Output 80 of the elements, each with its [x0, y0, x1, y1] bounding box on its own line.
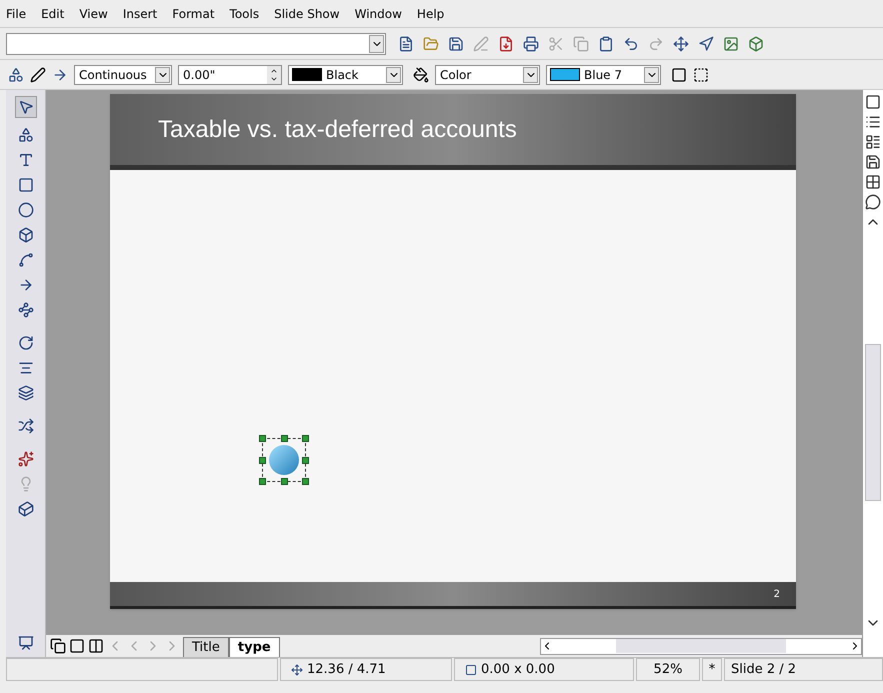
list-icon[interactable]	[865, 114, 881, 130]
resize-handle[interactable]	[302, 457, 309, 464]
color-swatch	[292, 68, 322, 81]
slide-title: Taxable vs. tax-deferred accounts	[158, 114, 517, 144]
grid-icon[interactable]	[865, 174, 881, 190]
line-width-spinner[interactable]: 0.00"	[178, 64, 282, 84]
menu-item[interactable]: Window	[354, 4, 402, 22]
text-icon[interactable]	[18, 152, 34, 168]
position-icon	[291, 664, 303, 676]
curve-icon[interactable]	[18, 252, 34, 268]
outline-icon[interactable]	[865, 134, 881, 150]
slide-tab[interactable]: Title	[183, 637, 229, 657]
export-pdf-icon[interactable]	[498, 36, 514, 52]
scroll-thumb[interactable]	[616, 639, 786, 653]
ellipse-icon[interactable]	[18, 202, 34, 218]
line-color-dropdown[interactable]: Black	[288, 64, 403, 84]
resize-handle[interactable]	[302, 435, 309, 442]
cube-icon[interactable]	[18, 227, 34, 243]
comment-icon[interactable]	[865, 194, 881, 210]
pointer-icon	[18, 99, 34, 115]
menu-item[interactable]: Insert	[122, 4, 158, 22]
menu-item[interactable]: Tools	[230, 4, 260, 22]
resize-handle[interactable]	[259, 457, 266, 464]
selected-object[interactable]	[262, 438, 306, 482]
view-icon[interactable]	[69, 638, 85, 654]
resize-handle[interactable]	[281, 478, 288, 485]
scroll-thumb[interactable]	[865, 344, 881, 501]
resize-handle[interactable]	[281, 435, 288, 442]
position-value: 12.36 / 4.71	[307, 660, 386, 679]
paint-bucket-icon[interactable]	[413, 66, 429, 82]
view-icon[interactable]	[50, 638, 66, 654]
presentation-icon[interactable]	[18, 635, 34, 651]
navigator-icon[interactable]	[698, 36, 714, 52]
select-tool[interactable]	[14, 96, 36, 118]
combo-value: Black	[325, 66, 360, 84]
rectangle-icon[interactable]	[18, 177, 34, 193]
document-icon[interactable]	[398, 36, 414, 52]
rotate-icon[interactable]	[18, 335, 34, 351]
resize-handle[interactable]	[259, 435, 266, 442]
shape-icon[interactable]	[18, 127, 34, 143]
menu-item[interactable]: Format	[172, 4, 215, 22]
horizontal-scrollbar[interactable]	[540, 638, 862, 654]
resize-handle[interactable]	[302, 478, 309, 485]
slide-indicator: Slide 2 / 2	[724, 658, 883, 681]
globe-icon	[269, 445, 299, 475]
area-color-dropdown[interactable]: Blue 7	[546, 64, 661, 84]
gallery-icon[interactable]	[723, 36, 739, 52]
connector-icon[interactable]	[18, 302, 34, 318]
align-icon[interactable]	[18, 360, 34, 376]
menu-item[interactable]: View	[79, 4, 108, 22]
pen-icon[interactable]	[30, 66, 46, 82]
save-icon[interactable]	[448, 36, 464, 52]
color-swatch	[550, 68, 580, 81]
paste-icon[interactable]	[598, 36, 614, 52]
view-icon[interactable]	[88, 638, 104, 654]
combo-value: Color	[439, 66, 472, 84]
menu-item[interactable]: File	[6, 4, 26, 22]
package-icon[interactable]	[748, 36, 764, 52]
zoom-level[interactable]: 52%	[636, 658, 700, 681]
modified-indicator: *	[702, 658, 722, 681]
size-icon	[465, 664, 477, 676]
line-style-dropdown[interactable]: Continuous	[74, 64, 172, 84]
undo-icon[interactable]	[623, 36, 639, 52]
combo-value: Continuous	[78, 66, 148, 84]
arrange-icon[interactable]	[18, 385, 34, 401]
url-field[interactable]	[6, 32, 386, 54]
slide-tab[interactable]: type	[228, 637, 280, 657]
menu-item[interactable]: Edit	[41, 4, 64, 22]
folder-icon[interactable]	[423, 36, 439, 52]
menu-item[interactable]: Help	[416, 4, 444, 22]
slide-number: 2	[774, 588, 780, 602]
printer-icon[interactable]	[523, 36, 539, 52]
spin-arrows-icon[interactable]	[267, 66, 281, 84]
area-style-dropdown[interactable]: Color	[435, 64, 540, 84]
combo-value: Blue 7	[583, 66, 624, 84]
menu-item[interactable]: Slide Show	[274, 4, 340, 22]
size-value: 0.00 x 0.00	[481, 660, 555, 679]
frame-icon[interactable]	[693, 66, 709, 82]
resize-handle[interactable]	[259, 478, 266, 485]
spinner-value: 0.00"	[182, 66, 216, 84]
